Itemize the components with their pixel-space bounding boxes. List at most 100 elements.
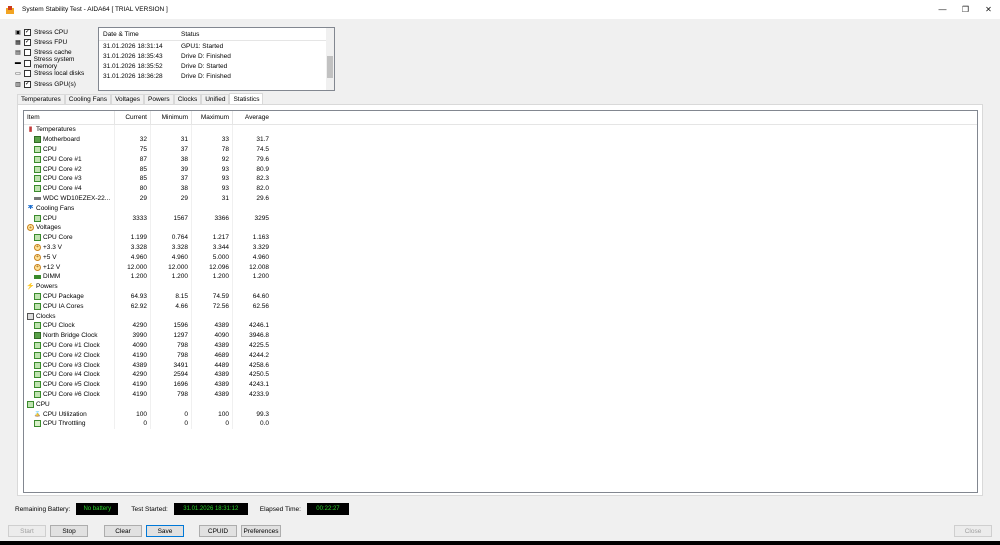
- minimum-value: 798: [150, 389, 191, 400]
- tab-clocks[interactable]: Clocks: [173, 94, 202, 104]
- current-value: 4290: [114, 320, 150, 331]
- stress-option-row[interactable]: ▦ ✓ Stress FPU: [14, 37, 98, 47]
- volt-icon: +: [34, 253, 41, 261]
- minimize-button[interactable]: —: [931, 0, 954, 19]
- tab-statistics[interactable]: Statistics: [229, 93, 264, 104]
- header-current[interactable]: Current: [114, 111, 150, 124]
- stress-checkbox[interactable]: ✓: [24, 39, 31, 47]
- log-header-date[interactable]: Date & Time: [99, 31, 177, 38]
- table-row[interactable]: WDC WD10EZEX-22... 29 29 31 29.6: [24, 193, 977, 204]
- save-button[interactable]: Save: [146, 525, 184, 537]
- table-row[interactable]: + +3.3 V 3.328 3.328 3.344 3.329: [24, 242, 977, 253]
- stress-checkbox[interactable]: ✓: [24, 80, 31, 88]
- table-group-row[interactable]: + Voltages: [24, 222, 977, 233]
- minimum-value: 0.764: [150, 232, 191, 243]
- tab-temperatures[interactable]: Temperatures: [17, 94, 65, 104]
- close-button[interactable]: Close: [954, 525, 992, 537]
- stress-option-row[interactable]: ▣ ✓ Stress CPU: [14, 27, 98, 37]
- table-row[interactable]: CPU Core #1 87 38 92 79.6: [24, 154, 977, 165]
- current-value: 1.199: [114, 232, 150, 243]
- log-scrollbar-thumb[interactable]: [327, 56, 333, 78]
- table-row[interactable]: CPU Package 64.93 8.15 74.59 64.60: [24, 291, 977, 302]
- table-group-row[interactable]: ✱ Cooling Fans: [24, 203, 977, 214]
- table-row[interactable]: CPU Core #3 85 37 93 82.3: [24, 173, 977, 184]
- log-scrollbar[interactable]: [326, 28, 334, 90]
- stress-option-label: Stress local disks: [34, 70, 85, 78]
- table-row[interactable]: North Bridge Clock 3990 1297 4090 3946.8: [24, 330, 977, 341]
- maximum-value: 4489: [191, 360, 232, 370]
- table-row[interactable]: + +5 V 4.960 4.960 5.000 4.960: [24, 252, 977, 263]
- log-status: GPU1: Started: [181, 42, 224, 50]
- stress-checkbox[interactable]: [24, 70, 31, 78]
- maximize-button[interactable]: ❐: [954, 0, 977, 19]
- log-row[interactable]: 31.01.2026 18:36:28 Drive D: Finished: [99, 71, 334, 81]
- header-maximum[interactable]: Maximum: [191, 111, 232, 124]
- close-window-button[interactable]: ✕: [977, 0, 1000, 19]
- table-row[interactable]: CPU Core #4 Clock 4290 2594 4389 4250.5: [24, 369, 977, 380]
- log-row[interactable]: 31.01.2026 18:31:14 GPU1: Started: [99, 41, 334, 51]
- table-row[interactable]: CPU 75 37 78 74.5: [24, 144, 977, 155]
- stop-button[interactable]: Stop: [50, 525, 88, 537]
- average-value: 99.3: [232, 409, 272, 419]
- stress-option-row[interactable]: ▥ ✓ Stress GPU(s): [14, 79, 98, 89]
- clear-button[interactable]: Clear: [104, 525, 142, 537]
- tab-powers[interactable]: Powers: [144, 94, 174, 104]
- table-row[interactable]: CPU Throttling 0 0 0 0.0: [24, 418, 977, 429]
- current-value: 4090: [114, 340, 150, 351]
- table-row[interactable]: ⌛ CPU Utilization 100 0 100 99.3: [24, 409, 977, 419]
- row-item-cell: CPU: [24, 400, 114, 408]
- stress-option-row[interactable]: ▬ Stress system memory: [14, 56, 98, 70]
- maximum-value: 93: [191, 164, 232, 174]
- table-row[interactable]: CPU Core 1.199 0.764 1.217 1.163: [24, 232, 977, 243]
- table-row[interactable]: Motherboard 32 31 33 31.7: [24, 134, 977, 145]
- title-bar[interactable]: System Stability Test - AIDA64 [ TRIAL V…: [0, 0, 1000, 19]
- table-row[interactable]: CPU Core #5 Clock 4190 1696 4389 4243.1: [24, 379, 977, 390]
- aida64-app-icon: [6, 5, 14, 14]
- table-row[interactable]: CPU Core #6 Clock 4190 798 4389 4233.9: [24, 389, 977, 400]
- maximum-value: 33: [191, 134, 232, 145]
- header-item[interactable]: Item: [24, 114, 114, 121]
- stress-checkbox[interactable]: ✓: [24, 28, 31, 36]
- table-row[interactable]: CPU Core #1 Clock 4090 798 4389 4225.5: [24, 340, 977, 351]
- header-average[interactable]: Average: [232, 111, 272, 124]
- cpu-icon: [34, 234, 41, 242]
- table-row[interactable]: CPU Clock 4290 1596 4389 4246.1: [24, 320, 977, 331]
- log-header-status[interactable]: Status: [177, 31, 334, 38]
- table-row[interactable]: CPU Core #2 Clock 4190 798 4689 4244.2: [24, 350, 977, 361]
- header-minimum[interactable]: Minimum: [150, 111, 191, 124]
- row-item-cell: CPU: [24, 214, 114, 222]
- preferences-button[interactable]: Preferences: [241, 525, 281, 537]
- battery-label: Remaining Battery:: [15, 505, 71, 513]
- stress-checkbox[interactable]: [23, 59, 31, 67]
- average-value: 4233.9: [232, 389, 272, 400]
- table-row[interactable]: CPU Core #4 80 38 93 82.0: [24, 183, 977, 194]
- stress-checkbox[interactable]: [24, 49, 31, 57]
- maximum-value: [191, 311, 232, 321]
- table-group-row[interactable]: CPU: [24, 399, 977, 410]
- average-value: 3946.8: [232, 330, 272, 341]
- tab-cooling-fans[interactable]: Cooling Fans: [64, 94, 112, 104]
- tab-unified[interactable]: Unified: [201, 94, 230, 104]
- log-row[interactable]: 31.01.2026 18:35:43 Drive D: Finished: [99, 51, 334, 61]
- table-row[interactable]: DIMM 1.200 1.200 1.200 1.200: [24, 271, 977, 282]
- event-log[interactable]: Date & Time Status 31.01.2026 18:31:14 GP…: [98, 27, 335, 91]
- table-row[interactable]: + +12 V 12.000 12.000 12.096 12.008: [24, 262, 977, 272]
- table-row[interactable]: CPU IA Cores 62.92 4.66 72.56 62.56: [24, 301, 977, 312]
- tab-voltages[interactable]: Voltages: [111, 94, 144, 104]
- minimum-value: 12.000: [150, 262, 191, 272]
- average-value: 1.163: [232, 232, 272, 243]
- table-row[interactable]: CPU 3333 1567 3366 3295: [24, 213, 977, 223]
- table-row[interactable]: CPU Core #2 85 39 93 80.9: [24, 164, 977, 174]
- table-group-row[interactable]: ▮ Temperatures: [24, 125, 977, 135]
- statistics-table[interactable]: Item Current Minimum Maximum Average ▮ Te…: [23, 110, 978, 493]
- table-group-row[interactable]: ⚡ Powers: [24, 281, 977, 292]
- table-group-row[interactable]: Clocks: [24, 311, 977, 321]
- current-value: [114, 203, 150, 214]
- maximum-value: 4389: [191, 379, 232, 390]
- maximum-value: [191, 203, 232, 214]
- table-row[interactable]: CPU Core #3 Clock 4389 3491 4489 4258.6: [24, 360, 977, 370]
- current-value: 75: [114, 144, 150, 155]
- log-row[interactable]: 31.01.2026 18:35:52 Drive D: Started: [99, 61, 334, 71]
- start-button[interactable]: Start: [8, 525, 46, 537]
- cpuid-button[interactable]: CPUID: [199, 525, 237, 537]
